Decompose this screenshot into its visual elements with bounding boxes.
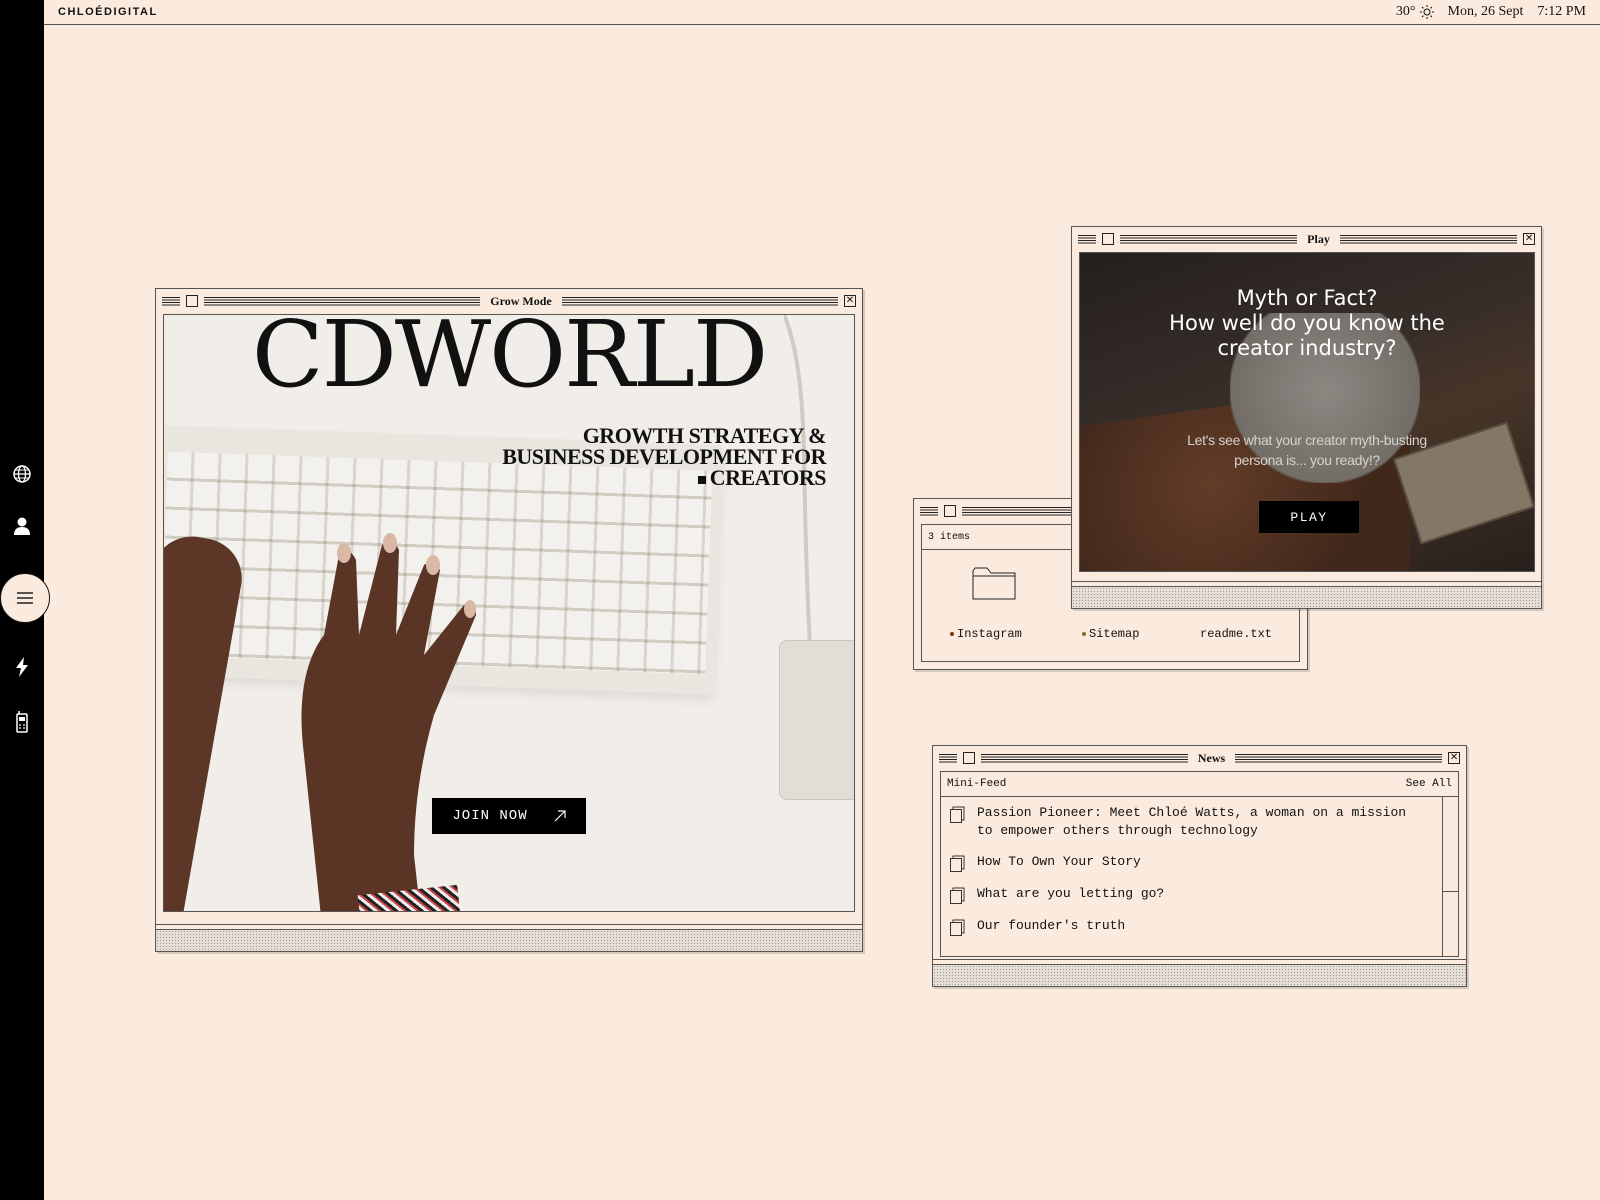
window-title: Play [1307,231,1330,246]
news-item[interactable]: How To Own Your Story [949,853,1434,872]
quiz-subtitle: Let's see what your creator myth-busting… [1187,432,1427,468]
top-bar: CHLOÉDIGITAL 30° Mon, 26 Sept 7:12 PM [44,0,1600,25]
globe-icon[interactable] [10,462,34,486]
sun-icon [1419,5,1434,19]
quiz-question: Myth or Fact? How well do you know the c… [1169,286,1445,360]
window-minimize-icon[interactable] [1102,233,1114,245]
close-icon[interactable]: ✕ [1523,233,1536,245]
news-item[interactable]: What are you letting go? [949,885,1434,904]
document-icon [950,806,965,823]
news-list: Passion Pioneer: Meet Chloé Watts, a wom… [949,804,1434,949]
news-item[interactable]: Our founder's truth [949,917,1434,936]
grow-mode-window: Grow Mode ✕ CDWORLD GROWTH STRATEGY & BU… [155,288,863,952]
scroll-thumb[interactable] [1443,891,1458,951]
news-header: Mini-Feed See All [941,772,1458,797]
file-readme[interactable]: readme.txt [1200,627,1272,641]
arrow-up-right-icon [554,810,566,822]
see-all-link[interactable]: See All [1406,778,1452,790]
brand-logo[interactable]: CHLOÉDIGITAL [58,6,158,18]
tagline: GROWTH STRATEGY & BUSINESS DEVELOPMENT F… [502,423,826,490]
window-minimize-icon[interactable] [963,752,975,764]
news-window: News ✕ Mini-Feed See All Passion Pioneer… [932,745,1467,987]
lightning-icon[interactable] [10,655,34,679]
window-titlebar[interactable]: Play ✕ [1072,227,1541,251]
menu-button[interactable] [0,573,50,623]
temperature: 30° [1395,4,1416,19]
window-footer [156,924,862,951]
news-scrollbar[interactable] [1442,797,1458,956]
cdworld-logo: CDWORLD [251,314,768,408]
news-panel: Mini-Feed See All Passion Pioneer: Meet … [940,771,1459,957]
window-minimize-icon[interactable] [186,295,198,307]
phone-icon[interactable] [10,710,34,734]
window-menu-icon[interactable] [920,506,938,516]
window-footer [933,959,1466,986]
hero-image: CDWORLD GROWTH STRATEGY & BUSINESS DEVEL… [163,314,855,912]
window-menu-icon[interactable] [162,296,180,306]
window-footer [1072,581,1541,608]
document-icon [950,887,965,904]
close-icon[interactable]: ✕ [1448,752,1461,764]
file-instagram[interactable]: Instagram [950,627,1022,641]
date-display: Mon, 26 Sept [1447,4,1524,19]
hand-image [301,533,476,911]
play-button[interactable]: PLAY [1259,501,1359,533]
user-icon[interactable] [10,514,34,538]
weather: 30° [1396,4,1434,20]
window-menu-icon[interactable] [939,753,957,763]
window-title: News [1197,750,1226,765]
window-titlebar[interactable]: Grow Mode ✕ [156,289,862,313]
square-bullet-icon [697,475,706,484]
quiz-banner: Myth or Fact? How well do you know the c… [1079,252,1535,572]
time-display: 7:12 PM [1537,4,1586,19]
folder-icon[interactable] [972,565,1016,601]
document-icon [950,919,965,936]
window-menu-icon[interactable] [1078,234,1096,244]
window-title: Grow Mode [490,293,552,308]
document-icon [950,855,965,872]
file-sitemap[interactable]: Sitemap [1082,627,1139,641]
status-area: 30° Mon, 26 Sept 7:12 PM [1396,4,1586,20]
window-titlebar[interactable]: News ✕ [933,746,1466,770]
join-now-button[interactable]: JOIN NOW [432,798,586,834]
mouse-image [779,640,854,800]
close-icon[interactable]: ✕ [844,295,856,307]
window-minimize-icon[interactable] [944,505,956,517]
mini-feed-label: Mini-Feed [947,778,1007,790]
menu-icon [17,592,33,604]
news-item[interactable]: Passion Pioneer: Meet Chloé Watts, a wom… [949,804,1434,840]
play-window: Play ✕ Myth or Fact? How well do you kno… [1071,226,1542,609]
